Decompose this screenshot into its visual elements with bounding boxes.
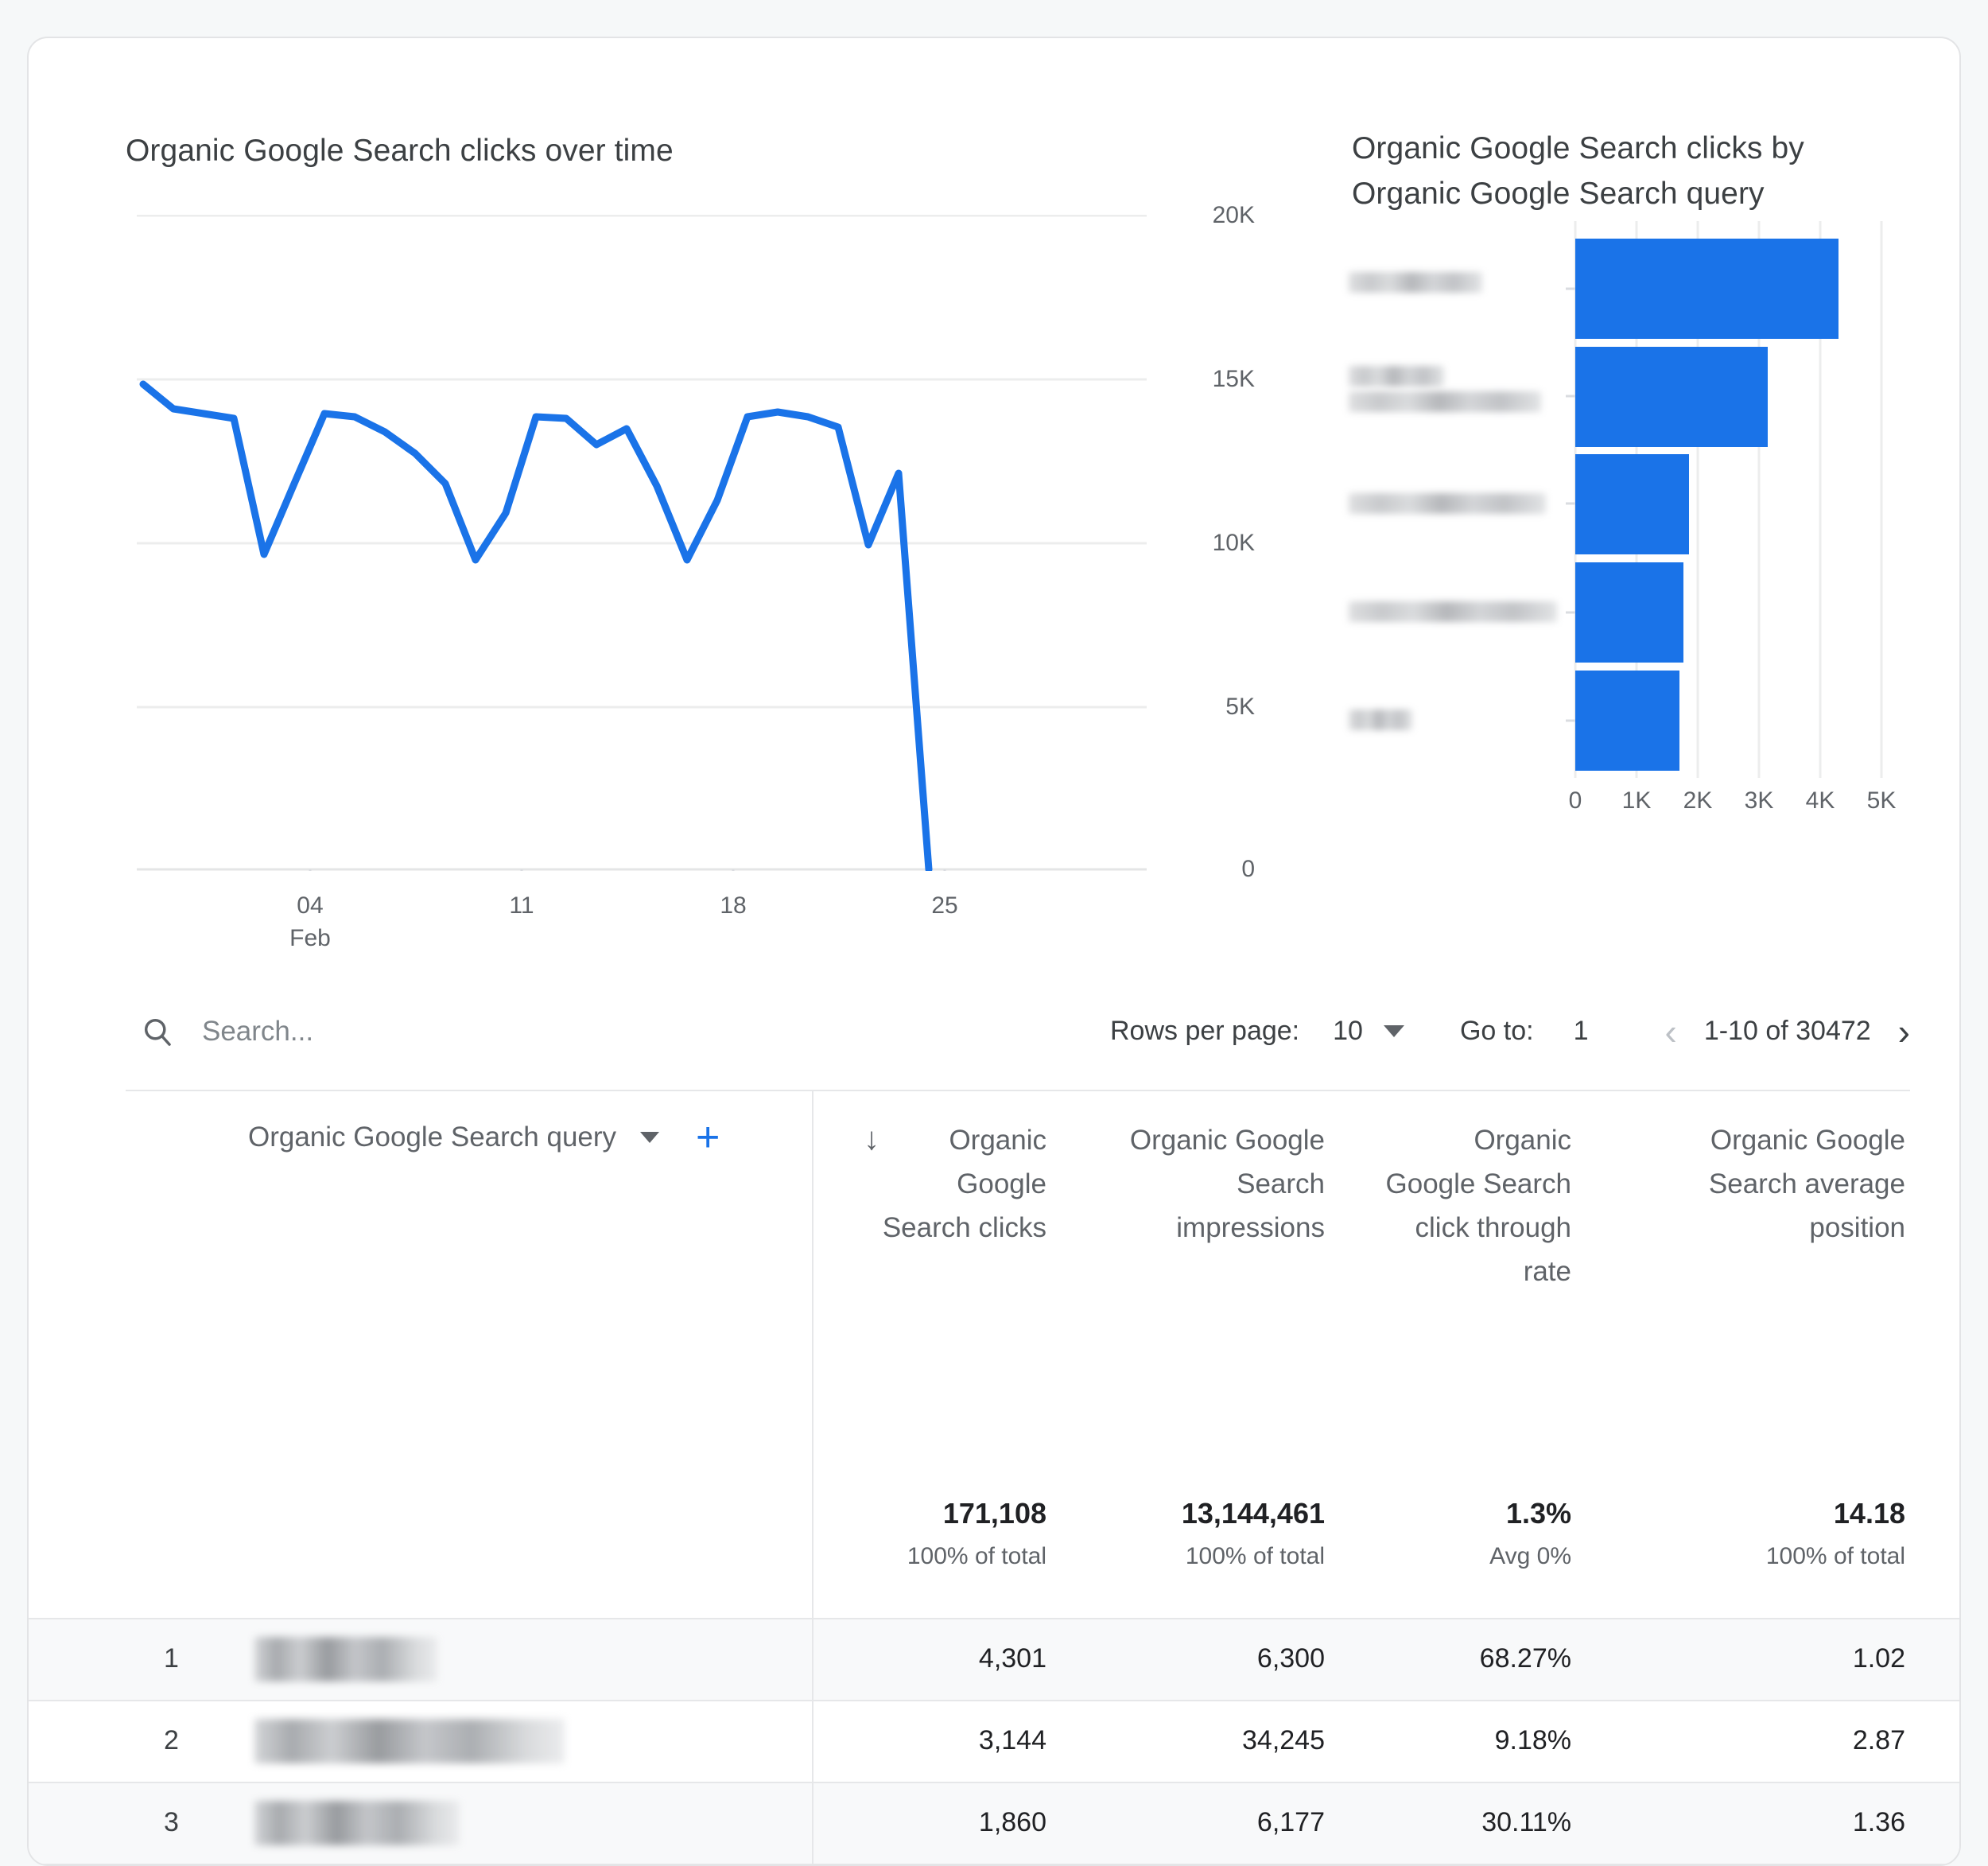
x-tick-month: Feb	[289, 925, 331, 951]
table-totals-row: 171,108 100% of total 13,144,461 100% of…	[29, 1497, 1959, 1618]
table-row[interactable]: 3 1,860 6,177 30.11% 1.36	[29, 1782, 1959, 1864]
rows-per-page-label: Rows per page:	[1110, 1016, 1300, 1046]
total-position-sub: 100% of total	[1765, 1543, 1905, 1569]
bar-chart-plot	[1566, 221, 1883, 778]
row-impressions: 6,300	[1256, 1643, 1325, 1674]
total-position-value: 14.18	[1833, 1497, 1905, 1530]
table-row[interactable]: 1 4,301 6,300 68.27% 1.02	[29, 1618, 1959, 1700]
x-tick-11: 11	[509, 892, 534, 919]
total-impressions-value: 13,144,461	[1181, 1497, 1325, 1530]
table-row[interactable]: 2 3,144 34,245 9.18% 2.87	[29, 1700, 1959, 1782]
bar-x-tick-1k: 1K	[1621, 787, 1652, 814]
row-ctr: 30.11%	[1481, 1807, 1571, 1837]
row-position: 1.02	[1852, 1643, 1905, 1674]
bar-category-label-2-redacted	[1349, 366, 1444, 387]
clicks-over-time-line-chart[interactable]	[137, 215, 1163, 883]
row-index: 2	[164, 1725, 179, 1755]
go-to-input[interactable]: 1	[1574, 1016, 1589, 1047]
bar-category-label-5-redacted	[1349, 709, 1412, 730]
bar-x-tick-2k: 2K	[1683, 787, 1713, 814]
bar-x-tick-5k: 5K	[1866, 787, 1897, 814]
search-icon	[144, 1018, 171, 1046]
row-query-redacted	[254, 1801, 460, 1845]
row-clicks: 1,860	[978, 1807, 1046, 1837]
bar-1	[1575, 239, 1839, 339]
pagination-controls: Rows per page: 10 Go to: 1 ‹ 1-10 of 304…	[1110, 1013, 1910, 1050]
total-clicks-sub: 100% of total	[907, 1543, 1046, 1569]
x-tick-day: 04	[297, 892, 324, 919]
search-box[interactable]	[140, 1014, 615, 1049]
bar-4	[1575, 562, 1683, 663]
y-tick-20k: 20K	[1212, 202, 1255, 228]
row-clicks: 4,301	[978, 1643, 1046, 1674]
row-query-redacted	[254, 1719, 565, 1763]
bar-2	[1575, 347, 1768, 447]
page-range-label: 1-10 of 30472	[1703, 1016, 1871, 1046]
dimension-header-label: Organic Google Search query	[248, 1122, 617, 1153]
line-chart-plot	[137, 215, 1147, 871]
line-chart-y-axis: 20K 15K 10K 5K 0	[1159, 202, 1255, 882]
bar-5	[1575, 671, 1679, 771]
row-impressions: 6,177	[1256, 1807, 1325, 1837]
add-dimension-icon[interactable]: +	[696, 1117, 720, 1158]
metric-header-ctr[interactable]: Organic Google Search click through rate	[1380, 1118, 1571, 1293]
metric-header-impressions[interactable]: Organic Google Search impressions	[1094, 1118, 1325, 1250]
bar-category-label-1-redacted	[1349, 272, 1482, 293]
row-ctr: 9.18%	[1494, 1725, 1571, 1755]
chevron-down-icon[interactable]	[1383, 1025, 1404, 1037]
row-divider	[812, 1619, 813, 1700]
row-query-redacted	[254, 1637, 437, 1681]
y-tick-0: 0	[1241, 856, 1255, 882]
x-tick-04-feb: 04 Feb	[289, 889, 331, 954]
row-impressions: 34,245	[1242, 1725, 1325, 1755]
x-tick-18: 18	[720, 892, 747, 919]
row-clicks: 3,144	[978, 1725, 1046, 1755]
bar-chart-title: Organic Google Search clicks by Organic …	[1352, 131, 1804, 211]
row-position: 2.87	[1852, 1725, 1905, 1755]
queries-table: Organic Google Search query + ↓ Organic …	[29, 1090, 1959, 1864]
dimension-header[interactable]: Organic Google Search query +	[248, 1117, 720, 1158]
total-ctr-value: 1.3%	[1505, 1497, 1571, 1530]
table-toolbar: Rows per page: 10 Go to: 1 ‹ 1-10 of 304…	[29, 997, 1959, 1092]
report-card: Organic Google Search clicks over time O…	[27, 37, 1961, 1866]
metric-header-clicks[interactable]: Organic Google Search clicks	[864, 1118, 1046, 1250]
row-index: 3	[164, 1807, 179, 1837]
y-tick-10k: 10K	[1212, 530, 1255, 556]
row-divider	[812, 1701, 813, 1782]
go-to-label: Go to:	[1459, 1016, 1534, 1046]
bar-category-label-2b-redacted	[1349, 391, 1541, 412]
charts-region: Organic Google Search clicks over time O…	[29, 38, 1959, 977]
clicks-by-query-bar-chart[interactable]: 0 1K 2K 3K 4K 5K	[1341, 221, 1953, 849]
row-index: 1	[164, 1643, 179, 1674]
chevron-down-icon[interactable]	[640, 1132, 660, 1143]
bar-category-label-3-redacted	[1349, 493, 1546, 514]
y-tick-15k: 15K	[1212, 366, 1255, 392]
bar-category-label-4-redacted	[1349, 601, 1557, 622]
search-input[interactable]	[202, 1016, 615, 1048]
metric-header-avg-position[interactable]: Organic Google Search average position	[1635, 1118, 1905, 1250]
y-tick-5k: 5K	[1225, 694, 1255, 720]
rows-per-page-value[interactable]: 10	[1333, 1016, 1363, 1047]
line-chart-x-axis: 04 Feb 11 18 25	[137, 889, 1163, 961]
row-position: 1.36	[1852, 1807, 1905, 1837]
row-ctr: 68.27%	[1479, 1643, 1571, 1674]
next-page-icon[interactable]: ›	[1898, 1013, 1910, 1050]
total-clicks-value: 171,108	[942, 1497, 1046, 1530]
previous-page-icon[interactable]: ‹	[1665, 1013, 1677, 1050]
bar-x-tick-4k: 4K	[1805, 787, 1835, 814]
line-chart-title: Organic Google Search clicks over time	[126, 134, 674, 168]
total-impressions-sub: 100% of total	[1185, 1543, 1325, 1569]
bar-x-tick-3k: 3K	[1744, 787, 1774, 814]
bar-3	[1575, 454, 1689, 554]
row-divider	[812, 1783, 813, 1864]
bar-x-tick-0: 0	[1568, 787, 1582, 814]
x-tick-25: 25	[931, 892, 958, 919]
total-ctr-sub: Avg 0%	[1489, 1543, 1571, 1569]
table-header-row: Organic Google Search query + ↓ Organic …	[29, 1090, 1959, 1497]
